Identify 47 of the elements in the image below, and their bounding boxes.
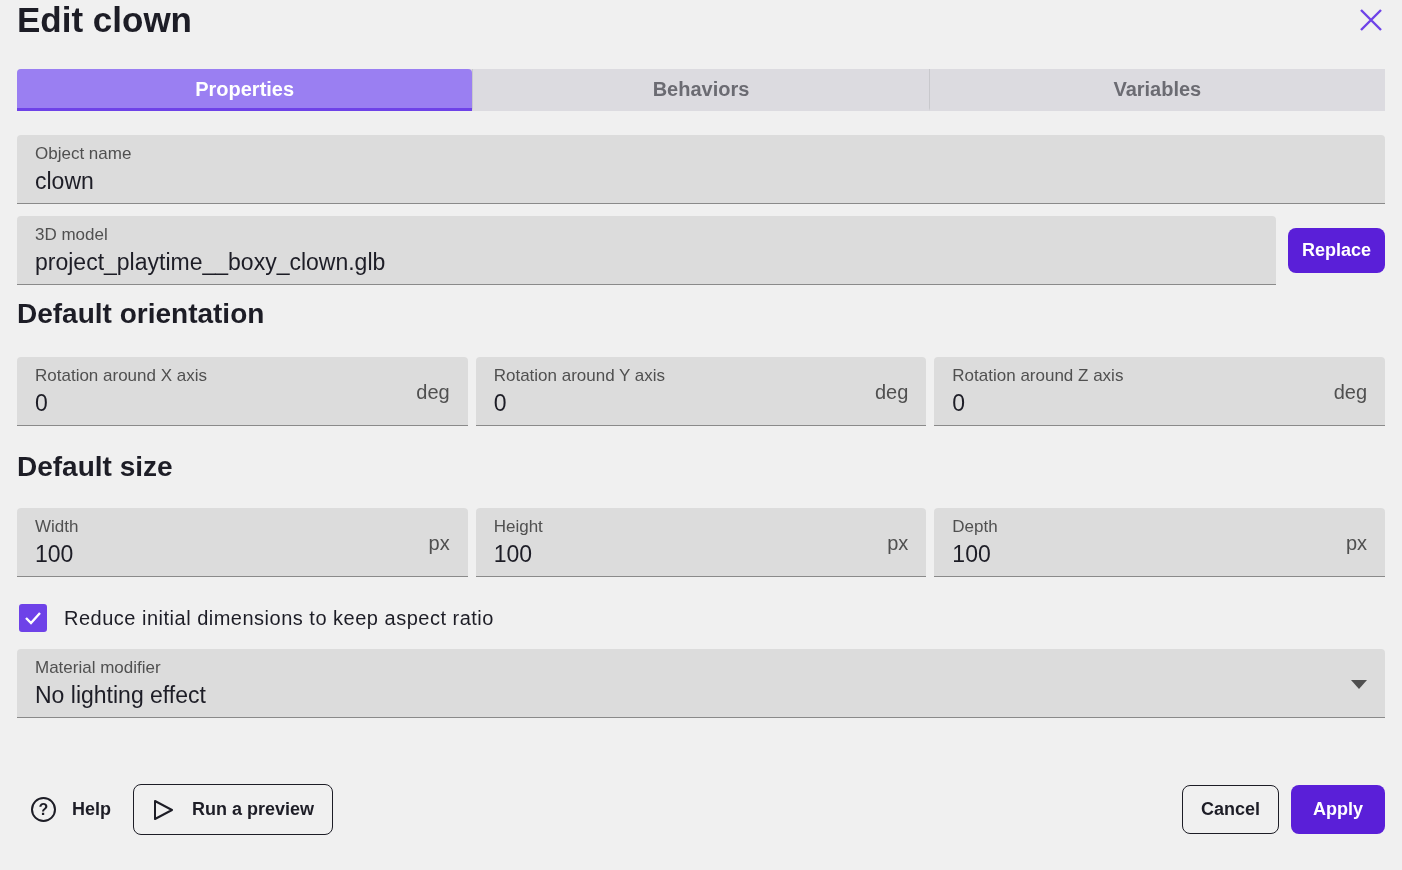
input-field[interactable]: 100 bbox=[952, 538, 1338, 570]
input-field[interactable]: 0 bbox=[952, 387, 1326, 419]
text-field[interactable]: Rotation around X axis 0 deg bbox=[17, 357, 468, 426]
unit-label: px bbox=[428, 531, 450, 556]
checkbox[interactable] bbox=[19, 604, 47, 632]
play-icon bbox=[152, 798, 174, 821]
input-field[interactable]: project_playtime__boxy_clown.glb bbox=[35, 246, 1258, 278]
input-field[interactable]: 100 bbox=[35, 538, 421, 570]
dropdown-arrow-icon bbox=[1351, 679, 1367, 689]
text-field[interactable]: Object name clown bbox=[17, 135, 1385, 204]
apply-button[interactable]: Apply bbox=[1291, 785, 1385, 834]
cancel-button[interactable]: Cancel bbox=[1181, 785, 1279, 834]
tab[interactable]: Variables bbox=[928, 69, 1385, 111]
field-label: Depth bbox=[952, 516, 999, 538]
field-label: Width bbox=[35, 516, 80, 538]
input-field[interactable]: clown bbox=[35, 165, 1367, 197]
field-label: Object name bbox=[35, 143, 133, 165]
help-icon: ? bbox=[31, 797, 56, 822]
checkbox-label: Reduce initial dimensions to keep aspect ratio bbox=[64, 606, 494, 631]
text-field[interactable]: Width 100 px bbox=[17, 508, 468, 577]
text-field[interactable]: Height 100 px bbox=[475, 508, 927, 577]
section-heading: Default size bbox=[17, 450, 174, 484]
unit-label: px bbox=[887, 531, 909, 556]
field-label: Material modifier bbox=[35, 657, 162, 679]
section-heading: Default orientation bbox=[17, 297, 266, 331]
text-field[interactable]: 3D model project_playtime__boxy_clown.glb bbox=[17, 216, 1276, 285]
replace-button[interactable]: Replace bbox=[1287, 228, 1385, 273]
text-field[interactable]: Rotation around Y axis 0 deg bbox=[475, 357, 927, 426]
input-field[interactable]: 100 bbox=[493, 538, 880, 570]
field-label: Rotation around X axis bbox=[35, 365, 208, 387]
run-preview-button[interactable]: Run a preview bbox=[133, 784, 334, 835]
unit-label: deg bbox=[1333, 380, 1367, 405]
input-field[interactable]: 0 bbox=[35, 387, 409, 419]
help-button[interactable]: ? Help bbox=[17, 790, 125, 829]
text-field[interactable]: Depth 100 px bbox=[934, 508, 1385, 577]
dropdown-field[interactable]: Material modifier No lighting effect bbox=[17, 649, 1385, 718]
unit-label: deg bbox=[874, 380, 909, 405]
unit-label: deg bbox=[416, 380, 450, 405]
field-label: 3D model bbox=[35, 224, 109, 246]
field-label: Height bbox=[493, 516, 544, 538]
text-field[interactable]: Rotation around Z axis 0 deg bbox=[934, 357, 1385, 426]
unit-label: px bbox=[1345, 531, 1367, 556]
input-field[interactable]: 0 bbox=[493, 387, 867, 419]
field-label: Rotation around Y axis bbox=[493, 365, 667, 387]
dropdown-value[interactable]: No lighting effect bbox=[35, 679, 1343, 711]
dialog-title: Edit clown bbox=[17, 0, 192, 40]
field-label: Rotation around Z axis bbox=[952, 365, 1125, 387]
